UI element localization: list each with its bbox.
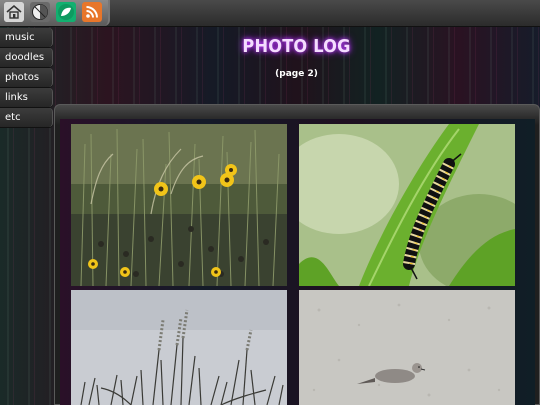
page-subtitle: (page 2)	[275, 69, 318, 79]
photo-grass-sky[interactable]	[71, 290, 287, 405]
toolbar-icon-group	[0, 0, 110, 26]
photo-wildflowers[interactable]	[71, 124, 287, 286]
sidebar-item-photos[interactable]: photos	[0, 68, 53, 87]
sidebar-item-links[interactable]: links	[0, 88, 53, 107]
half-circle-icon[interactable]	[30, 2, 50, 22]
photo-caterpillar[interactable]	[299, 124, 515, 286]
top-toolbar	[0, 0, 540, 27]
sidebar-nav: music doodles photos links etc	[0, 28, 53, 128]
home-icon[interactable]	[4, 2, 24, 22]
page-header: PHOTO LOG (page 2)	[53, 26, 540, 104]
sidebar-item-etc[interactable]: etc	[0, 108, 53, 127]
page-title: PHOTO LOG	[242, 36, 351, 57]
photo-dove-sand[interactable]	[299, 290, 515, 405]
rss-icon[interactable]	[82, 2, 102, 22]
sidebar-item-doodles[interactable]: doodles	[0, 48, 53, 67]
leaf-icon[interactable]	[56, 2, 76, 22]
sidebar-item-music[interactable]: music	[0, 28, 53, 47]
